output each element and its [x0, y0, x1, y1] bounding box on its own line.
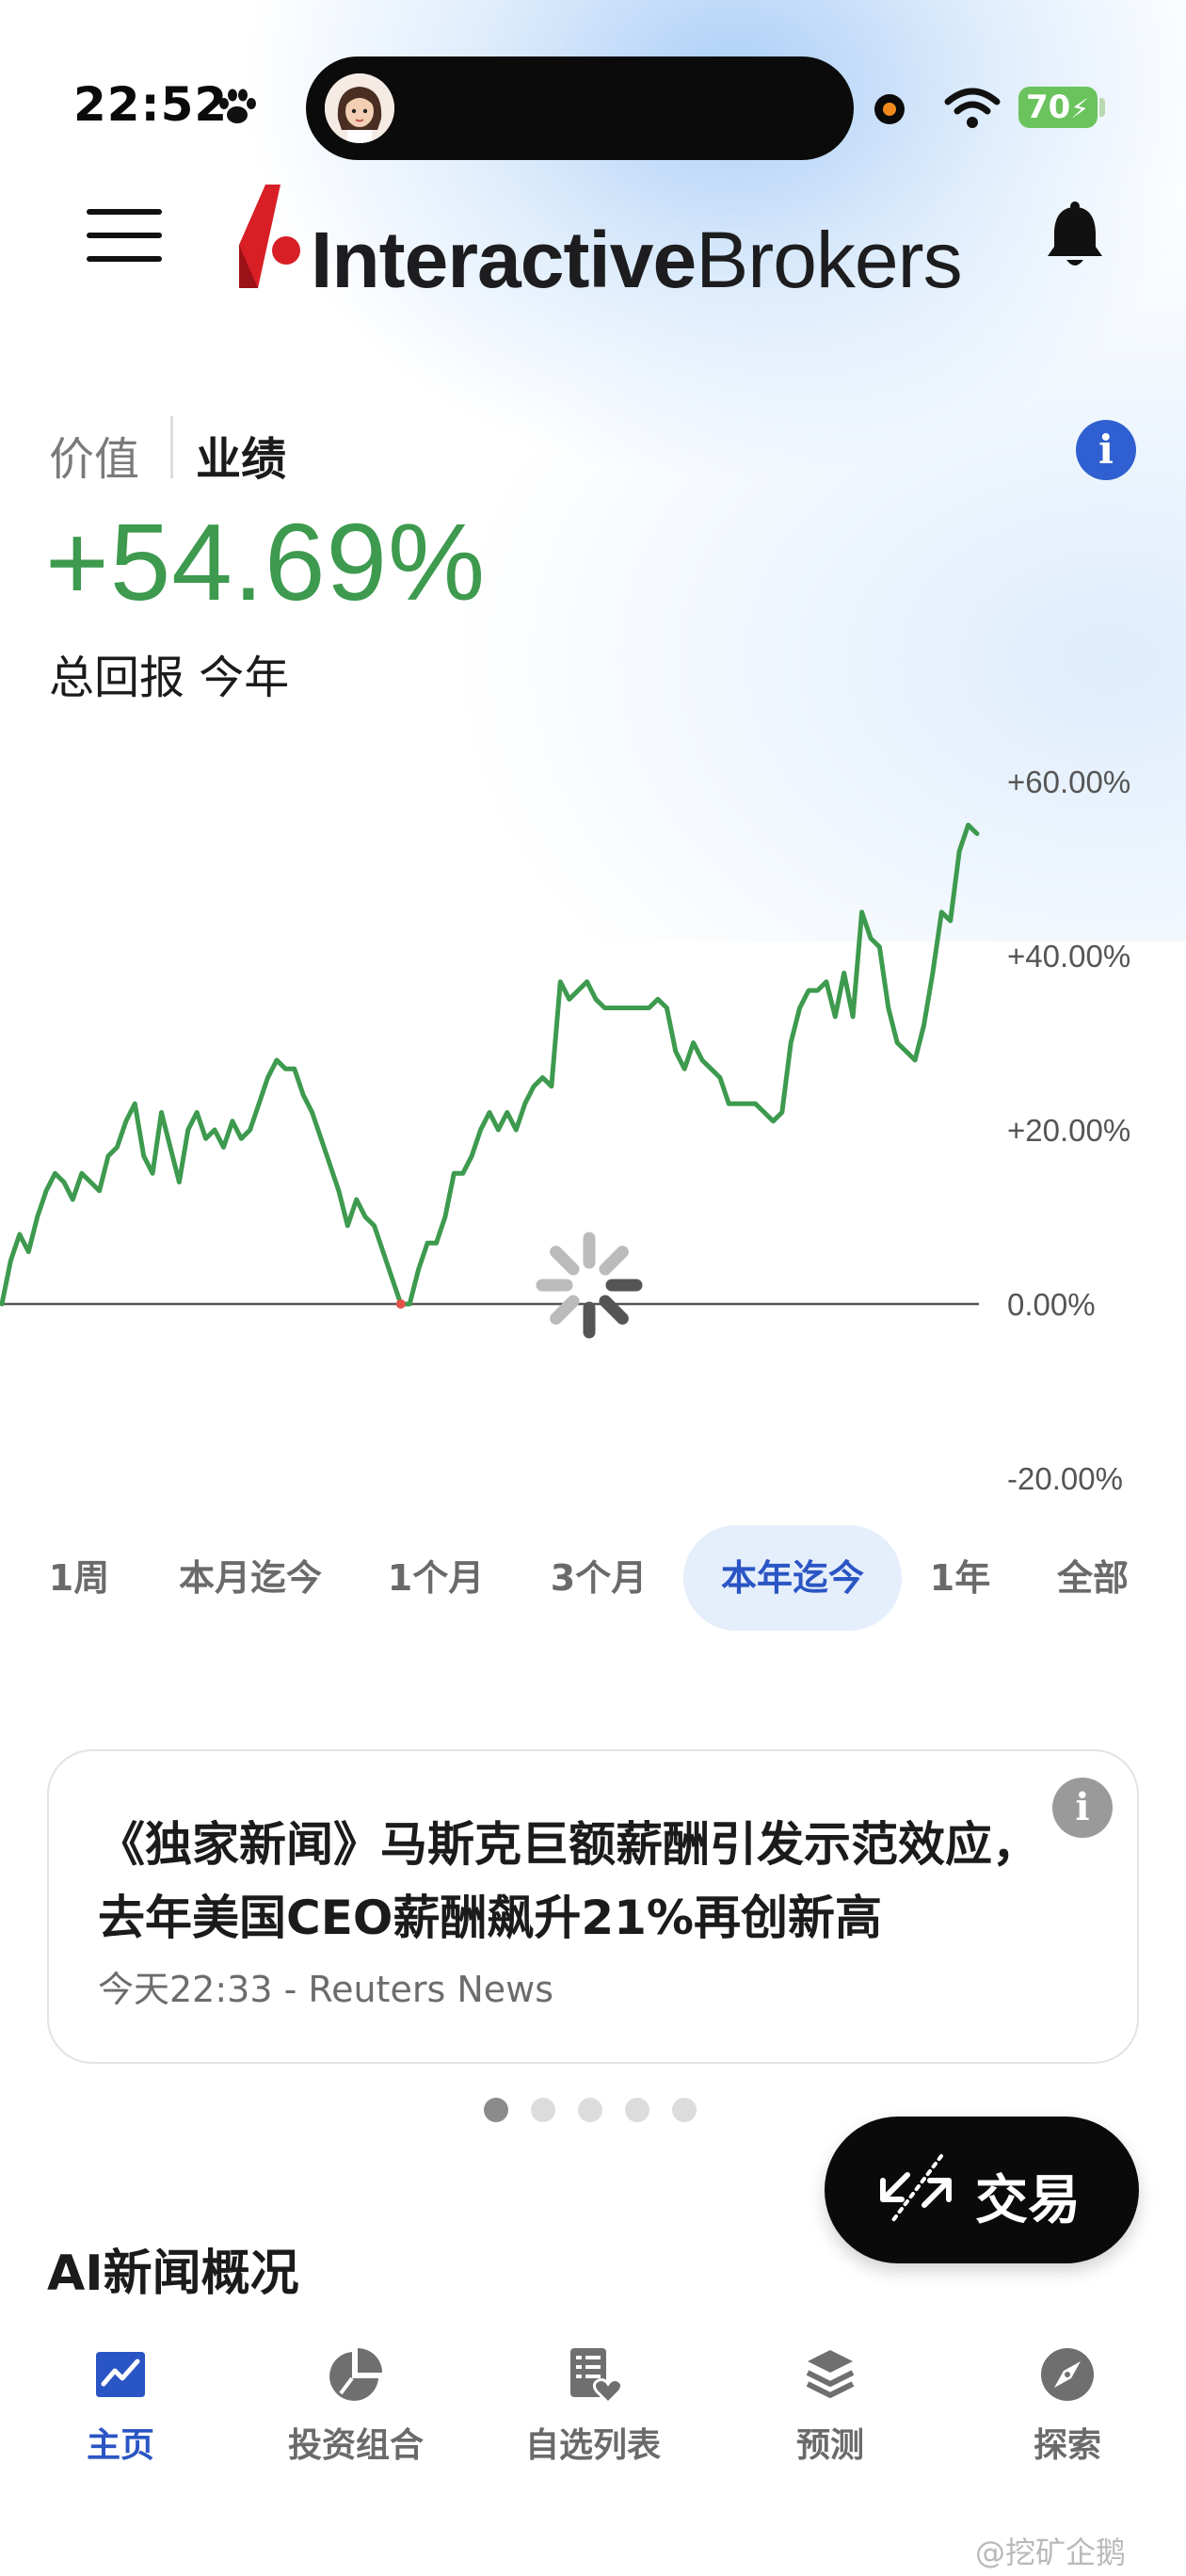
pie-chart-icon	[329, 2348, 382, 2401]
y-tick-label: +60.00%	[1007, 765, 1130, 799]
news-info-icon[interactable]: i	[1052, 1778, 1113, 1838]
bell-icon[interactable]	[1045, 200, 1105, 271]
loading-spinner-icon	[536, 1232, 643, 1339]
paw-icon	[219, 89, 256, 123]
news-headline[interactable]: 《独家新闻》马斯克巨额薪酬引发示范效应，去年美国CEO薪酬飙升21%再创新高	[98, 1808, 1039, 1955]
carousel-pagination	[484, 2098, 710, 2126]
tab-performance[interactable]: 业绩	[196, 422, 286, 488]
nav-portfolio-label: 投资组合	[287, 2426, 424, 2465]
trade-label: 交易	[975, 2170, 1081, 2231]
nav-home-label: 主页	[86, 2426, 154, 2465]
brand-bold: Interactive	[311, 216, 697, 304]
nav-watchlist-label: 自选列表	[524, 2426, 661, 2465]
carousel-dot[interactable]	[625, 2098, 649, 2122]
bottom-nav: 主页 投资组合 自选列表 预测 探索	[0, 2326, 1186, 2523]
total-return-label: 总回报 今年	[49, 652, 290, 704]
y-tick-label: 0.00%	[1007, 1287, 1096, 1322]
menu-icon[interactable]	[87, 209, 162, 262]
nav-watchlist[interactable]: 自选列表	[474, 2344, 712, 2467]
low-point-marker	[395, 1299, 406, 1309]
nav-explore[interactable]: 探索	[949, 2344, 1186, 2467]
y-tick-label: +20.00%	[1007, 1113, 1130, 1148]
series-line	[0, 822, 980, 1307]
status-time: 22:52	[73, 77, 229, 132]
compass-icon	[1041, 2348, 1094, 2401]
ai-news-title: AI新闻概况	[47, 2246, 299, 2302]
carousel-dot[interactable]	[484, 2098, 508, 2122]
spinner-spoke	[599, 1246, 629, 1276]
info-icon[interactable]: i	[1076, 420, 1136, 480]
privacy-indicator	[874, 94, 905, 124]
range-option[interactable]: 本月迄今	[160, 1525, 341, 1631]
brand-regular: Brokers	[696, 216, 962, 304]
wifi-icon	[944, 88, 1001, 128]
spinner-spoke	[550, 1246, 580, 1276]
tab-value[interactable]: 价值	[49, 422, 139, 488]
battery-nub	[1099, 98, 1105, 117]
range-option[interactable]: 全部	[1032, 1525, 1154, 1631]
nav-forecast-label: 预测	[795, 2426, 864, 2465]
total-return-value: +54.69%	[45, 501, 487, 623]
range-option[interactable]: 本年迄今	[683, 1525, 902, 1631]
tab-divider	[170, 416, 173, 478]
charging-bolt-icon: ⚡	[1070, 93, 1089, 124]
range-option[interactable]: 1个月	[373, 1525, 499, 1631]
chart-line-icon	[96, 2352, 145, 2397]
y-tick-label: +40.00%	[1007, 939, 1130, 974]
watchlist-heart-icon	[570, 2348, 623, 2405]
trade-arrows-icon	[880, 2154, 952, 2226]
time-range-selector: 1周 本月迄今 1个月 3个月 本年迄今 1年 全部	[0, 1525, 1186, 1638]
brand-logo-text: InteractiveBrokers	[311, 215, 963, 306]
ib-logo-icon	[239, 185, 300, 288]
news-card[interactable]: 《独家新闻》马斯克巨额薪酬引发示范效应，去年美国CEO薪酬飙升21%再创新高 今…	[47, 1749, 1139, 2064]
carousel-dot[interactable]	[531, 2098, 555, 2122]
battery-icon: 70⚡	[1018, 87, 1098, 128]
news-meta: 今天22:33 - Reuters News	[98, 1969, 553, 2010]
nav-home[interactable]: 主页	[2, 2344, 239, 2467]
performance-chart[interactable]: +60.00% +40.00% +20.00% 0.00% -20.00%	[0, 753, 1186, 1506]
nav-explore-label: 探索	[1033, 2426, 1101, 2465]
range-option[interactable]: 3个月	[523, 1525, 674, 1631]
carousel-dot[interactable]	[672, 2098, 697, 2122]
y-tick-label: -20.00%	[1007, 1461, 1123, 1496]
carousel-dot[interactable]	[578, 2098, 602, 2122]
avatar[interactable]	[325, 73, 394, 143]
layers-icon	[806, 2350, 855, 2398]
nav-forecast[interactable]: 预测	[712, 2344, 949, 2467]
trade-button[interactable]: 交易	[825, 2117, 1139, 2263]
range-option[interactable]: 1周	[38, 1525, 120, 1631]
nav-portfolio[interactable]: 投资组合	[237, 2344, 474, 2467]
watermark: @挖矿企鹅	[975, 2535, 1127, 2570]
battery-level: 70	[1026, 89, 1071, 126]
avatar-face-icon	[325, 73, 394, 143]
range-option[interactable]: 1年	[909, 1525, 1011, 1631]
